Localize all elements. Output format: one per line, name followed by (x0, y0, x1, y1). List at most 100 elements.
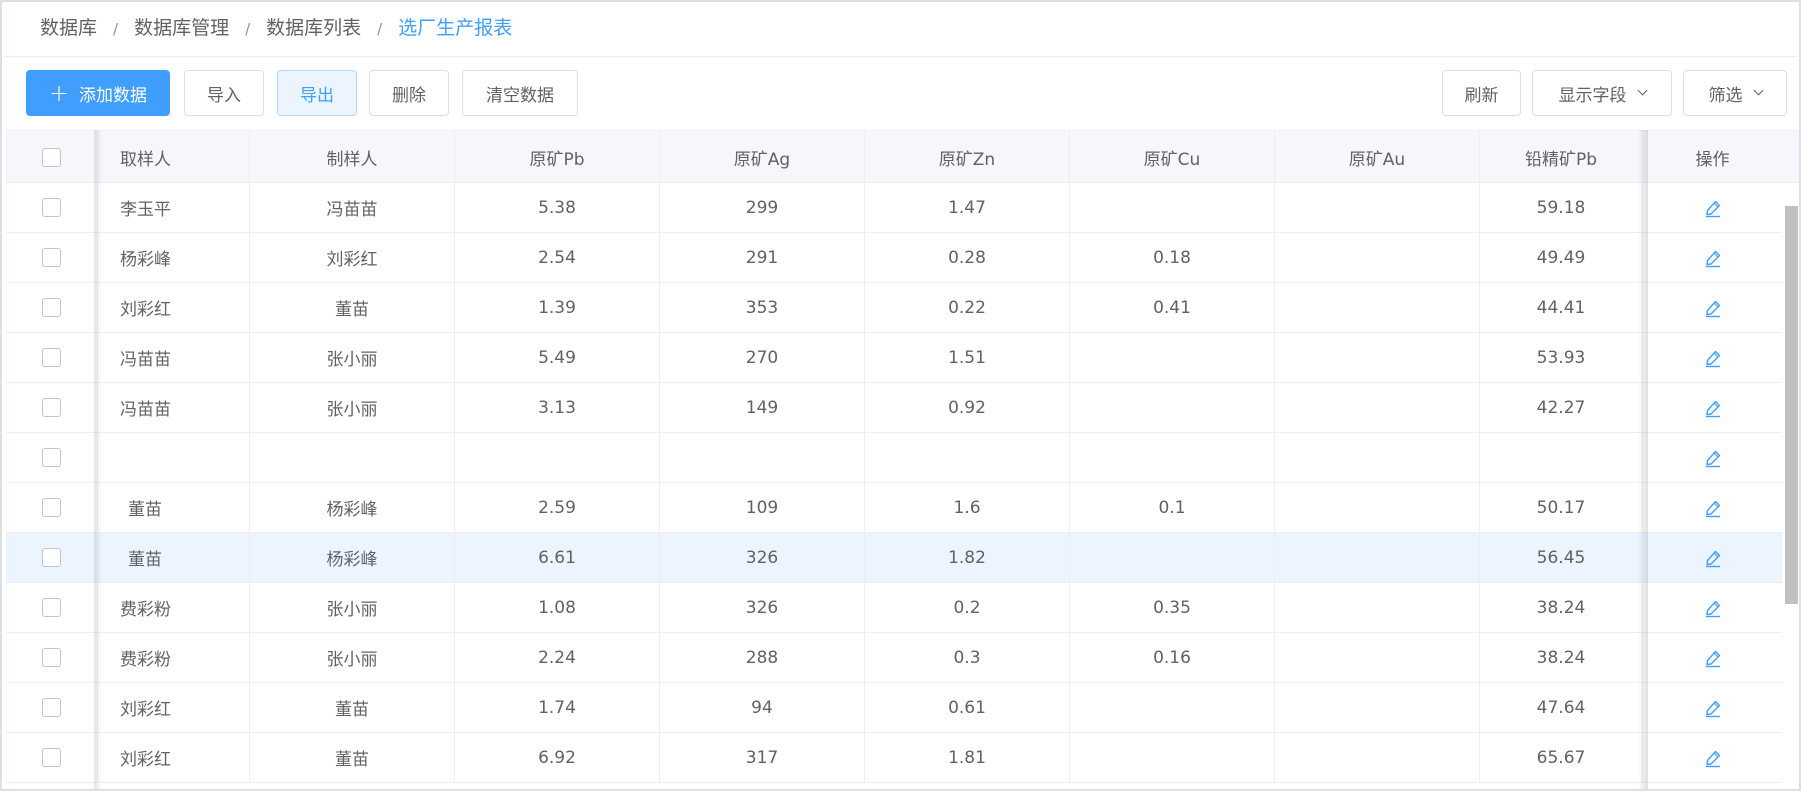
cell-raw-cu (1070, 333, 1275, 382)
table-row[interactable]: 杨彩峰 刘彩红 2.54 291 0.28 0.18 49.49 (6, 233, 1782, 283)
cell-sampler: 冯苗苗 (98, 383, 250, 432)
cell-raw-pb (455, 433, 660, 482)
row-checkbox[interactable] (42, 548, 61, 567)
add-data-button[interactable]: + 添加数据 (26, 70, 170, 116)
column-header-preparer[interactable]: 制样人 (250, 131, 455, 183)
edit-icon[interactable] (1703, 248, 1723, 268)
edit-icon[interactable] (1703, 298, 1723, 318)
edit-icon[interactable] (1703, 498, 1723, 518)
edit-icon[interactable] (1703, 198, 1723, 218)
table-row[interactable]: 李玉平 冯苗苗 5.38 299 1.47 59.18 (6, 183, 1782, 233)
column-header-lead-conc-pb[interactable]: 铅精矿Pb (1480, 131, 1643, 183)
table-row[interactable]: 费彩粉 张小丽 1.08 326 0.2 0.35 38.24 (6, 583, 1782, 633)
table-row[interactable]: 刘彩红 董苗 1.39 353 0.22 0.41 44.41 (6, 283, 1782, 333)
cell-lead-conc-pb: 49.49 (1480, 233, 1643, 282)
cell-raw-ag: 353 (660, 283, 865, 332)
breadcrumb-item-database-list[interactable]: 数据库列表 (266, 13, 361, 40)
cell-sampler: 董苗 (98, 533, 250, 582)
export-button[interactable]: 导出 (277, 70, 357, 116)
select-all-checkbox[interactable] (42, 147, 61, 167)
select-cell (6, 533, 98, 582)
breadcrumb-item-database[interactable]: 数据库 (40, 13, 97, 40)
column-header-raw-cu[interactable]: 原矿Cu (1070, 131, 1275, 183)
cell-lead-conc-pb: 38.24 (1480, 583, 1643, 632)
edit-icon[interactable] (1703, 398, 1723, 418)
actions-cell (1643, 383, 1782, 432)
cell-preparer: 冯苗苗 (250, 183, 455, 232)
column-header-raw-ag[interactable]: 原矿Ag (660, 131, 865, 183)
cell-sampler: 董苗 (98, 483, 250, 532)
row-checkbox[interactable] (42, 748, 61, 767)
cell-raw-cu: 0.16 (1070, 633, 1275, 682)
row-checkbox[interactable] (42, 648, 61, 667)
cell-raw-au (1275, 333, 1480, 382)
actions-cell (1643, 683, 1782, 732)
data-table: 取样人 制样人 原矿Pb 原矿Ag 原矿Zn 原矿Cu 原矿Au 铅精矿Pb 操… (6, 130, 1782, 789)
edit-icon[interactable] (1703, 648, 1723, 668)
table-row[interactable]: 刘彩红 董苗 6.92 317 1.81 65.67 (6, 733, 1782, 783)
edit-icon[interactable] (1703, 748, 1723, 768)
cell-lead-conc-pb: 65.67 (1480, 733, 1643, 782)
breadcrumb-item-current: 选厂生产报表 (398, 16, 513, 39)
row-checkbox[interactable] (42, 498, 61, 517)
table-row[interactable]: 董苗 杨彩峰 6.61 326 1.82 56.45 (6, 533, 1782, 583)
cell-raw-zn: 0.92 (865, 383, 1070, 432)
cell-lead-conc-pb: 59.18 (1480, 183, 1643, 232)
cell-sampler: 费彩粉 (98, 633, 250, 682)
table-row[interactable]: 刘彩红 董苗 1.74 94 0.61 47.64 (6, 683, 1782, 733)
cell-raw-zn: 0.22 (865, 283, 1070, 332)
delete-button[interactable]: 删除 (369, 70, 449, 116)
column-header-sampler[interactable]: 取样人 (98, 131, 250, 183)
cell-raw-pb: 1.08 (455, 583, 660, 632)
breadcrumb-separator: / (245, 20, 251, 38)
column-header-raw-au[interactable]: 原矿Au (1275, 131, 1480, 183)
cell-preparer: 张小丽 (250, 583, 455, 632)
cell-lead-conc-pb: 44.41 (1480, 283, 1643, 332)
cell-sampler: 费彩粉 (98, 583, 250, 632)
row-checkbox[interactable] (42, 198, 61, 217)
table-row[interactable]: 冯苗苗 张小丽 5.49 270 1.51 53.93 (6, 333, 1782, 383)
cell-raw-au (1275, 633, 1480, 682)
cell-raw-cu (1070, 433, 1275, 482)
cell-raw-ag: 291 (660, 233, 865, 282)
clear-data-button[interactable]: 清空数据 (462, 70, 578, 116)
column-header-raw-zn[interactable]: 原矿Zn (865, 131, 1070, 183)
edit-icon[interactable] (1703, 698, 1723, 718)
row-checkbox[interactable] (42, 348, 61, 367)
cell-raw-au (1275, 283, 1480, 332)
edit-icon[interactable] (1703, 448, 1723, 468)
table-row[interactable]: 费彩粉 张小丽 2.24 288 0.3 0.16 38.24 (6, 633, 1782, 683)
import-button[interactable]: 导入 (184, 70, 264, 116)
row-checkbox[interactable] (42, 448, 61, 467)
add-data-label: 添加数据 (79, 85, 148, 106)
edit-icon[interactable] (1703, 598, 1723, 618)
actions-cell (1643, 233, 1782, 282)
column-header-raw-pb[interactable]: 原矿Pb (455, 131, 660, 183)
actions-cell (1643, 533, 1782, 582)
cell-preparer: 董苗 (250, 733, 455, 782)
table-row[interactable]: 董苗 杨彩峰 2.59 109 1.6 0.1 50.17 (6, 483, 1782, 533)
cell-raw-cu: 0.35 (1070, 583, 1275, 632)
row-checkbox[interactable] (42, 298, 61, 317)
row-checkbox[interactable] (42, 598, 61, 617)
filter-label: 筛选 (1708, 85, 1743, 106)
refresh-button[interactable]: 刷新 (1442, 70, 1521, 116)
filter-dropdown[interactable]: 筛选 (1683, 70, 1787, 116)
table-row[interactable]: 冯苗苗 张小丽 3.13 149 0.92 42.27 (6, 383, 1782, 433)
cell-raw-au (1275, 533, 1480, 582)
row-checkbox[interactable] (42, 248, 61, 267)
edit-icon[interactable] (1703, 348, 1723, 368)
cell-raw-au (1275, 433, 1480, 482)
select-cell (6, 233, 98, 282)
breadcrumb-item-database-management[interactable]: 数据库管理 (134, 13, 229, 40)
cell-lead-conc-pb: 53.93 (1480, 333, 1643, 382)
display-fields-dropdown[interactable]: 显示字段 (1532, 70, 1672, 116)
cell-raw-ag: 317 (660, 733, 865, 782)
table-row[interactable] (6, 433, 1782, 483)
row-checkbox[interactable] (42, 698, 61, 717)
edit-icon[interactable] (1703, 548, 1723, 568)
scrollbar-thumb[interactable] (1785, 206, 1798, 604)
select-all-cell (6, 131, 98, 183)
row-checkbox[interactable] (42, 398, 61, 417)
cell-sampler: 杨彩峰 (98, 233, 250, 282)
